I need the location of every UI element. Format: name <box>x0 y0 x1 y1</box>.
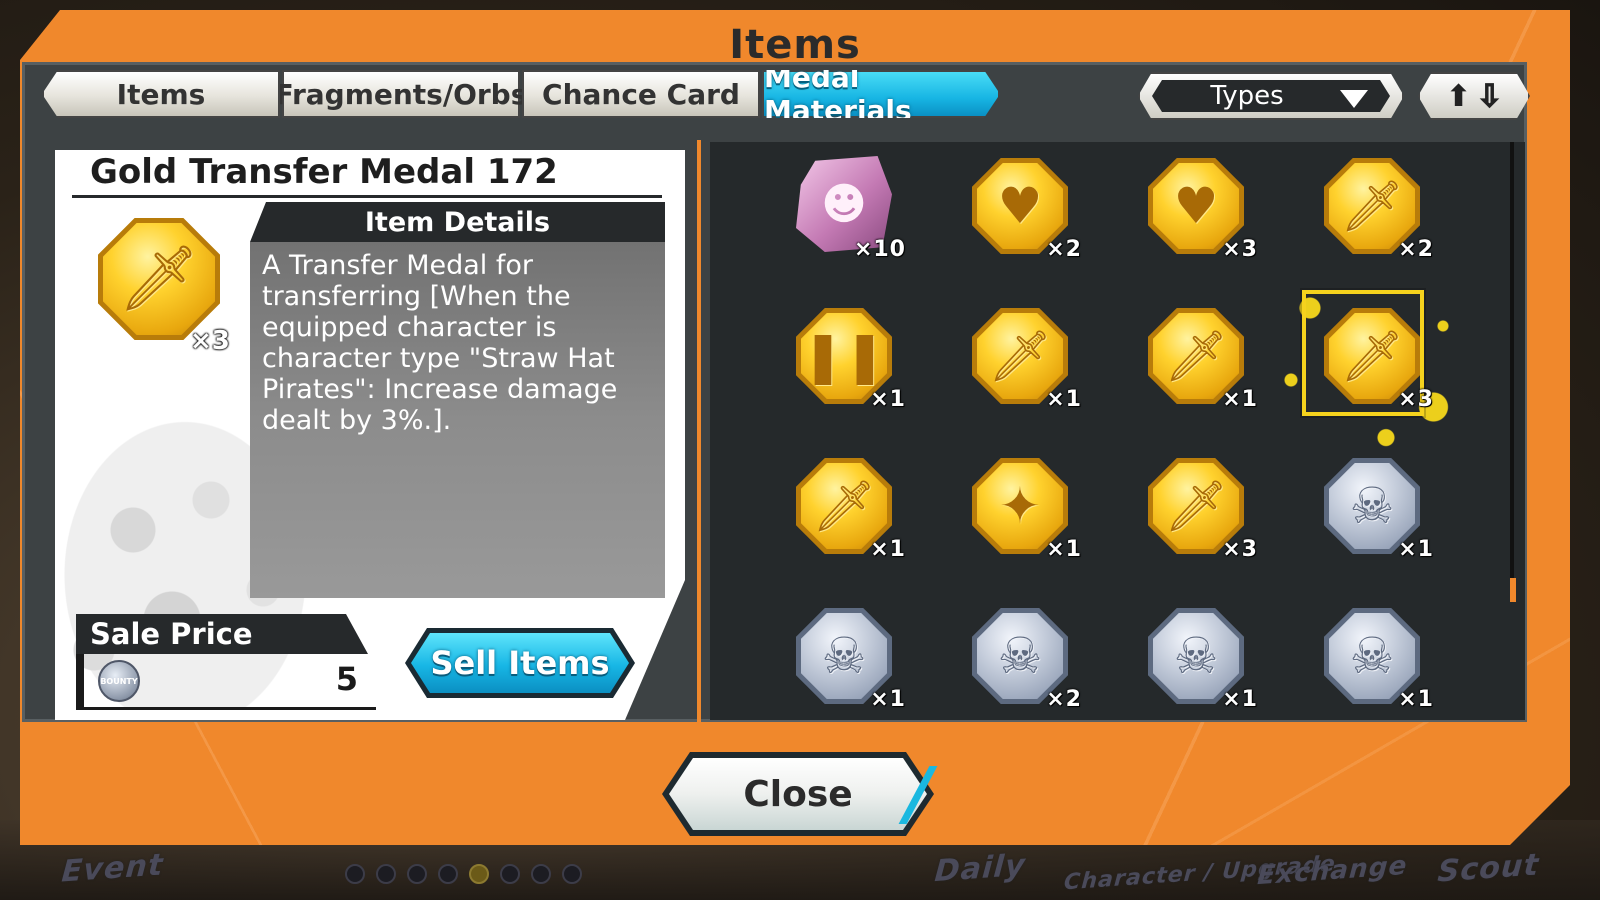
types-dropdown[interactable]: Types <box>1138 72 1404 120</box>
item-quantity: ×1 <box>1046 537 1082 562</box>
item-quantity: ×1 <box>870 687 906 712</box>
medal-grid-item[interactable]: 🗡 ×2 <box>1298 150 1438 280</box>
medal-grid-item[interactable]: 🗡 ×3 <box>1272 272 1462 452</box>
bounty-coin-icon: BOUNTY <box>98 660 140 702</box>
page-dot <box>438 864 458 884</box>
item-quantity: ×1 <box>1046 387 1082 412</box>
arrow-up-icon: ⬆ <box>1445 78 1471 114</box>
arrow-down-icon: ⇩ <box>1477 78 1503 114</box>
medal-grid-item[interactable]: ☠ ×1 <box>1298 450 1438 580</box>
sell-items-label: Sell Items <box>411 633 629 693</box>
item-quantity: ×2 <box>1398 237 1434 262</box>
medal-grid-item[interactable]: 🗡 ×1 <box>946 300 1086 430</box>
page-dot <box>376 864 396 884</box>
page-dot <box>345 864 365 884</box>
panel-divider <box>697 140 701 722</box>
scrollbar-thumb[interactable] <box>1510 578 1516 602</box>
item-description: A Transfer Medal for transferring [When … <box>250 242 665 598</box>
tab-bar: Items Fragments/Orbs Chance Card Medal M… <box>42 70 1002 120</box>
medal-grid-item[interactable]: ☠ ×1 <box>1122 600 1262 720</box>
item-quantity: ×1 <box>1222 687 1258 712</box>
medal-grid-item[interactable]: ☠ ×1 <box>770 600 910 720</box>
item-quantity: ×1 <box>1222 387 1258 412</box>
scrollbar-track[interactable] <box>1510 142 1514 602</box>
medal-grid-item[interactable]: ♥ ×3 <box>1122 150 1262 280</box>
item-quantity: ×1 <box>1398 537 1434 562</box>
medal-grid-item[interactable]: ☠ ×1 <box>1298 600 1438 720</box>
sword-icon: 🗡 <box>118 242 200 316</box>
item-quantity: ×1 <box>1398 687 1434 712</box>
medal-grid-item[interactable]: 🗡 ×1 <box>1122 300 1262 430</box>
close-label: Close <box>669 758 927 830</box>
item-details-header: Item Details <box>250 202 665 242</box>
medal-grid-item[interactable]: 🗡 ×1 <box>770 450 910 580</box>
selected-item-quantity: ×3 <box>190 326 230 356</box>
medal-grid-item[interactable]: 🗡 ×3 <box>1122 450 1262 580</box>
types-label: Types <box>1210 81 1284 111</box>
nav-scout: Scout <box>1436 847 1541 890</box>
medal-grid-item[interactable]: ☠ ×2 <box>946 600 1086 720</box>
medal-grid: ☻ ×10 ♥ ×2 ♥ ×3 🗡 ×2 ❚❚ ×1 🗡 ×1 🗡 ×1 🗡 ×3 🗡 ×1 ✦ ×1 🗡 ×3 ☠ ×1 ☠ ×… <box>710 142 1525 720</box>
tab-fragments-orbs[interactable]: Fragments/Orbs <box>275 70 527 118</box>
tab-items[interactable]: Items <box>42 70 280 118</box>
page-dot <box>407 864 427 884</box>
item-quantity: ×3 <box>1222 237 1258 262</box>
page-dot-active <box>469 864 489 884</box>
page-dot <box>531 864 551 884</box>
coin-text: BOUNTY <box>100 676 138 686</box>
item-quantity: ×3 <box>1398 387 1434 412</box>
gold-medal: 🗡 <box>98 218 220 340</box>
page-dot <box>562 864 582 884</box>
page-indicator-dots <box>345 864 582 884</box>
item-quantity: ×1 <box>870 537 906 562</box>
item-quantity: ×2 <box>1046 237 1082 262</box>
nav-daily: Daily <box>933 847 1027 890</box>
item-name: Gold Transfer Medal 172 <box>90 152 558 192</box>
item-quantity: ×3 <box>1222 537 1258 562</box>
medal-grid-item[interactable]: ☻ ×10 <box>770 150 910 280</box>
page-dot <box>500 864 520 884</box>
sale-price-value: 5 <box>335 660 358 698</box>
sale-price-row: BOUNTY 5 <box>76 654 376 710</box>
item-quantity: ×10 <box>853 237 906 262</box>
medal-grid-item[interactable]: ♥ ×2 <box>946 150 1086 280</box>
nav-event: Event <box>60 847 165 890</box>
item-quantity: ×2 <box>1046 687 1082 712</box>
chevron-down-icon <box>1340 90 1368 108</box>
sale-price-label: Sale Price <box>76 614 368 654</box>
tab-chance-card[interactable]: Chance Card <box>522 70 760 118</box>
tab-medal-materials[interactable]: Medal Materials <box>762 70 1000 118</box>
medal-grid-item[interactable]: ✦ ×1 <box>946 450 1086 580</box>
types-dropdown-inner: Types <box>1152 80 1390 112</box>
item-quantity: ×1 <box>870 387 906 412</box>
medal-grid-item[interactable]: ❚❚ ×1 <box>770 300 910 430</box>
sell-items-button[interactable]: Sell Items <box>405 628 635 698</box>
close-button[interactable]: Close <box>662 752 934 836</box>
sort-order-button[interactable]: ⬆ ⇩ <box>1418 72 1530 120</box>
